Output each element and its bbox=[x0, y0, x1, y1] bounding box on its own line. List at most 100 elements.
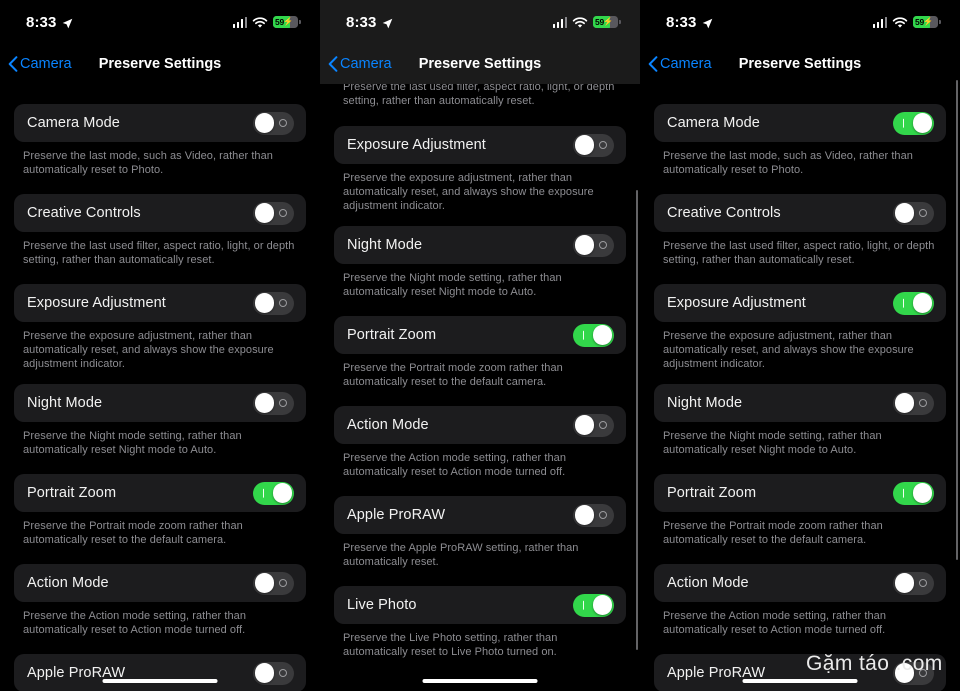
toggle-knob bbox=[894, 663, 915, 683]
toggle-live-photo[interactable] bbox=[573, 593, 614, 617]
row-footer: Preserve the exposure adjustment, rather… bbox=[23, 330, 274, 370]
row-exposure-adjustment[interactable]: Exposure Adjustment bbox=[654, 284, 946, 322]
settings-scroll-area[interactable]: Camera Mode Preserve the last mode, such… bbox=[0, 84, 320, 691]
toggle-on-bar-icon bbox=[582, 330, 585, 340]
row-label: Exposure Adjustment bbox=[27, 295, 166, 311]
row-exposure-adjustment[interactable]: Exposure Adjustment bbox=[14, 284, 306, 322]
toggle-off-circle-icon bbox=[279, 399, 287, 407]
toggle-off-circle-icon bbox=[919, 579, 927, 587]
row-label: Exposure Adjustment bbox=[347, 137, 486, 153]
row-footer: Preserve the Night mode setting, rather … bbox=[343, 272, 562, 298]
row-apple-proraw[interactable]: Apple ProRAW bbox=[654, 654, 946, 691]
toggle-apple-proraw[interactable] bbox=[893, 661, 934, 685]
toggle-exposure-adjustment[interactable] bbox=[573, 133, 614, 157]
wifi-icon bbox=[252, 16, 268, 28]
toggle-knob bbox=[254, 663, 275, 683]
cellular-bars-icon bbox=[872, 16, 887, 28]
left-panel: 8:33 59 ⚡ Camera Preserve Settings Camer… bbox=[0, 0, 320, 691]
toggle-camera-mode[interactable] bbox=[893, 111, 934, 135]
row-creative-controls[interactable]: Creative Controls bbox=[654, 194, 946, 232]
toggle-off-circle-icon bbox=[919, 669, 927, 677]
back-button[interactable]: Camera bbox=[640, 56, 712, 72]
row-night-mode[interactable]: Night Mode bbox=[654, 384, 946, 422]
row-creative-controls[interactable]: Creative Controls bbox=[14, 194, 306, 232]
row-action-mode[interactable]: Action Mode bbox=[654, 564, 946, 602]
row-label: Camera Mode bbox=[667, 115, 760, 131]
back-button[interactable]: Camera bbox=[0, 56, 72, 72]
toggle-portrait-zoom[interactable] bbox=[253, 481, 294, 505]
location-arrow-icon bbox=[702, 16, 713, 28]
toggle-knob bbox=[894, 203, 915, 223]
toggle-exposure-adjustment[interactable] bbox=[893, 291, 934, 315]
toggle-camera-mode[interactable] bbox=[253, 111, 294, 135]
toggle-off-circle-icon bbox=[599, 421, 607, 429]
row-action-mode[interactable]: Action Mode bbox=[14, 564, 306, 602]
toggle-night-mode[interactable] bbox=[893, 391, 934, 415]
row-footer: Preserve the Apple ProRAW setting, rathe… bbox=[343, 542, 579, 568]
toggle-exposure-adjustment[interactable] bbox=[253, 291, 294, 315]
toggle-knob bbox=[254, 113, 275, 133]
row-action-mode[interactable]: Action Mode bbox=[334, 406, 626, 444]
row-apple-proraw[interactable]: Apple ProRAW bbox=[334, 496, 626, 534]
row-footer: Preserve the Portrait mode zoom rather t… bbox=[23, 520, 243, 546]
row-label: Action Mode bbox=[27, 575, 109, 591]
row-footer: Preserve the Portrait mode zoom rather t… bbox=[343, 362, 563, 388]
toggle-action-mode[interactable] bbox=[253, 571, 294, 595]
toggle-creative-controls[interactable] bbox=[893, 201, 934, 225]
toggle-apple-proraw[interactable] bbox=[573, 503, 614, 527]
toggle-knob bbox=[912, 293, 933, 313]
vertical-scrollbar[interactable] bbox=[955, 80, 958, 560]
battery-icon: 59 ⚡ bbox=[273, 15, 301, 29]
toggle-knob bbox=[574, 415, 595, 435]
settings-list: Camera Mode Preserve the last mode, such… bbox=[0, 84, 320, 691]
row-label: Night Mode bbox=[347, 237, 423, 253]
toggle-action-mode[interactable] bbox=[893, 571, 934, 595]
toggle-knob bbox=[574, 505, 595, 525]
toggle-on-bar-icon bbox=[262, 488, 265, 498]
toggle-knob bbox=[254, 393, 275, 413]
vertical-scrollbar[interactable] bbox=[635, 190, 638, 650]
toggle-on-bar-icon bbox=[582, 600, 585, 610]
row-label: Creative Controls bbox=[667, 205, 781, 221]
wifi-icon bbox=[572, 16, 588, 28]
toggle-off-circle-icon bbox=[279, 209, 287, 217]
row-exposure-adjustment[interactable]: Exposure Adjustment bbox=[334, 126, 626, 164]
row-footer: Preserve the last used filter, aspect ra… bbox=[663, 240, 935, 266]
row-night-mode[interactable]: Night Mode bbox=[334, 226, 626, 264]
toggle-portrait-zoom[interactable] bbox=[893, 481, 934, 505]
wifi-icon bbox=[892, 16, 908, 28]
toggle-off-circle-icon bbox=[279, 669, 287, 677]
row-live-photo[interactable]: Live Photo bbox=[334, 586, 626, 624]
toggle-apple-proraw[interactable] bbox=[253, 661, 294, 685]
row-apple-proraw[interactable]: Apple ProRAW bbox=[14, 654, 306, 691]
toggle-off-circle-icon bbox=[599, 241, 607, 249]
toggle-night-mode[interactable] bbox=[253, 391, 294, 415]
status-bar: 8:33 59 ⚡ bbox=[0, 0, 320, 44]
row-night-mode[interactable]: Night Mode bbox=[14, 384, 306, 422]
settings-scroll-area[interactable]: Camera Mode Preserve the last mode, such… bbox=[640, 84, 960, 691]
toggle-night-mode[interactable] bbox=[573, 233, 614, 257]
toggle-portrait-zoom[interactable] bbox=[573, 323, 614, 347]
row-portrait-zoom[interactable]: Portrait Zoom bbox=[654, 474, 946, 512]
toggle-creative-controls[interactable] bbox=[253, 201, 294, 225]
chevron-left-icon bbox=[328, 56, 338, 72]
row-camera-mode[interactable]: Camera Mode bbox=[14, 104, 306, 142]
row-label: Live Photo bbox=[347, 597, 417, 613]
toggle-off-circle-icon bbox=[599, 511, 607, 519]
cellular-bars-icon bbox=[552, 16, 567, 28]
toggle-knob bbox=[592, 595, 613, 615]
toggle-action-mode[interactable] bbox=[573, 413, 614, 437]
back-button[interactable]: Camera bbox=[320, 56, 392, 72]
row-camera-mode[interactable]: Camera Mode bbox=[654, 104, 946, 142]
settings-scroll-area[interactable]: Preserve the last used filter, aspect ra… bbox=[320, 78, 640, 691]
clock: 8:33 bbox=[346, 13, 377, 31]
row-footer: Preserve the Action mode setting, rather… bbox=[343, 452, 566, 478]
toggle-knob bbox=[272, 483, 293, 503]
back-button-label: Camera bbox=[660, 56, 712, 72]
toggle-knob bbox=[574, 235, 595, 255]
row-footer: Preserve the exposure adjustment, rather… bbox=[343, 172, 594, 212]
toggle-knob bbox=[254, 293, 275, 313]
row-portrait-zoom[interactable]: Portrait Zoom bbox=[334, 316, 626, 354]
middle-panel: 8:33 59 ⚡ Camera Preserve Settings Prese… bbox=[320, 0, 640, 691]
row-portrait-zoom[interactable]: Portrait Zoom bbox=[14, 474, 306, 512]
